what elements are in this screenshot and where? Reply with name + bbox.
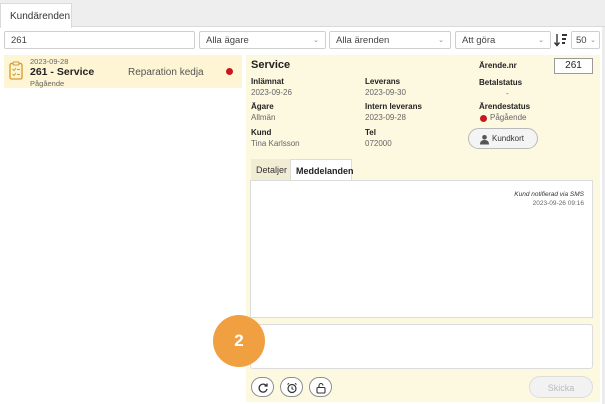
list-item-status: Pågående bbox=[30, 79, 65, 88]
owner-label: Ägare bbox=[251, 102, 274, 111]
clipboard-icon bbox=[9, 61, 23, 80]
tab-kundarenden[interactable]: Kundärenden bbox=[0, 3, 72, 28]
chevron-down-icon: ⌄ bbox=[438, 37, 444, 44]
submitted-value: 2023-09-26 bbox=[251, 88, 292, 97]
refresh-icon bbox=[258, 383, 268, 393]
sort-button[interactable] bbox=[553, 31, 569, 49]
customer-value: Tina Karlsson bbox=[251, 139, 300, 148]
sort-descending-icon bbox=[553, 34, 567, 47]
todo-select-value: Att göra bbox=[462, 35, 496, 46]
messages-area: Kund notifierad via SMS 2023-09-26 09:16 bbox=[250, 180, 593, 318]
search-input[interactable]: 261 bbox=[4, 31, 195, 49]
list-item-description: Reparation kedja bbox=[128, 67, 204, 78]
unlock-icon bbox=[316, 382, 326, 394]
case-status-value: Pågående bbox=[490, 113, 527, 122]
delivery-value: 2023-09-30 bbox=[365, 88, 406, 97]
owner-value: Allmän bbox=[251, 113, 276, 122]
submitted-label: Inlämnat bbox=[251, 77, 284, 86]
refresh-button[interactable] bbox=[251, 377, 274, 397]
search-input-value: 261 bbox=[11, 35, 27, 46]
status-dot bbox=[226, 68, 233, 75]
payment-status-label: Betalstatus bbox=[479, 78, 523, 87]
message-text: Kund notifierad via SMS bbox=[514, 191, 584, 198]
alarm-button[interactable] bbox=[280, 377, 303, 397]
list-item[interactable]: 2023-09-28 261 - Service Pågående Repara… bbox=[4, 55, 242, 88]
owner-select-value: Alla ägare bbox=[206, 35, 249, 46]
unlock-button[interactable] bbox=[309, 377, 332, 397]
chevron-down-icon: ⌄ bbox=[590, 37, 596, 44]
page-size-select[interactable]: 50 ⌄ bbox=[571, 31, 600, 49]
customer-label: Kund bbox=[251, 128, 272, 137]
cases-select-value: Alla ärenden bbox=[336, 35, 390, 46]
status-dot bbox=[480, 115, 487, 122]
step-badge: 2 bbox=[213, 315, 265, 367]
message-compose-input[interactable]: 2 bbox=[213, 315, 593, 369]
phone-label: Tel bbox=[365, 128, 376, 137]
top-tab-bar: Kundärenden bbox=[0, 0, 605, 28]
message-time: 2023-09-26 09:16 bbox=[532, 200, 584, 207]
send-button[interactable]: Skicka bbox=[529, 376, 593, 398]
case-title: Service bbox=[251, 59, 291, 71]
chevron-down-icon: ⌄ bbox=[313, 37, 319, 44]
case-nr-field[interactable]: 261 bbox=[554, 58, 593, 74]
tab-details[interactable]: Detaljer bbox=[251, 159, 290, 180]
payment-status-value: - bbox=[506, 89, 509, 98]
page-size-value: 50 bbox=[576, 35, 587, 46]
owner-select[interactable]: Alla ägare ⌄ bbox=[199, 31, 326, 49]
person-card-icon bbox=[480, 135, 489, 145]
cases-select[interactable]: Alla ärenden ⌄ bbox=[329, 31, 451, 49]
phone-value: 072000 bbox=[365, 139, 392, 148]
delivery-label: Leverans bbox=[365, 77, 401, 86]
case-detail-panel: Service Inlämnat 2023-09-26 Leverans 202… bbox=[213, 55, 600, 402]
todo-select[interactable]: Att göra ⌄ bbox=[455, 31, 551, 49]
chevron-down-icon: ⌄ bbox=[538, 37, 544, 44]
customer-card-label: Kundkort bbox=[492, 134, 525, 143]
tab-messages[interactable]: Meddelanden bbox=[290, 159, 354, 180]
case-status-label: Ärendestatus bbox=[479, 102, 531, 111]
alarm-clock-icon bbox=[287, 382, 297, 394]
customer-card-button[interactable]: Kundkort bbox=[468, 128, 538, 149]
list-item-date: 2023-09-28 bbox=[30, 57, 69, 66]
case-nr-label: Ärende.nr bbox=[479, 61, 517, 70]
internal-delivery-value: 2023-09-28 bbox=[365, 113, 406, 122]
list-item-title: 261 - Service bbox=[30, 66, 95, 78]
internal-delivery-label: Intern leverans bbox=[365, 102, 422, 111]
